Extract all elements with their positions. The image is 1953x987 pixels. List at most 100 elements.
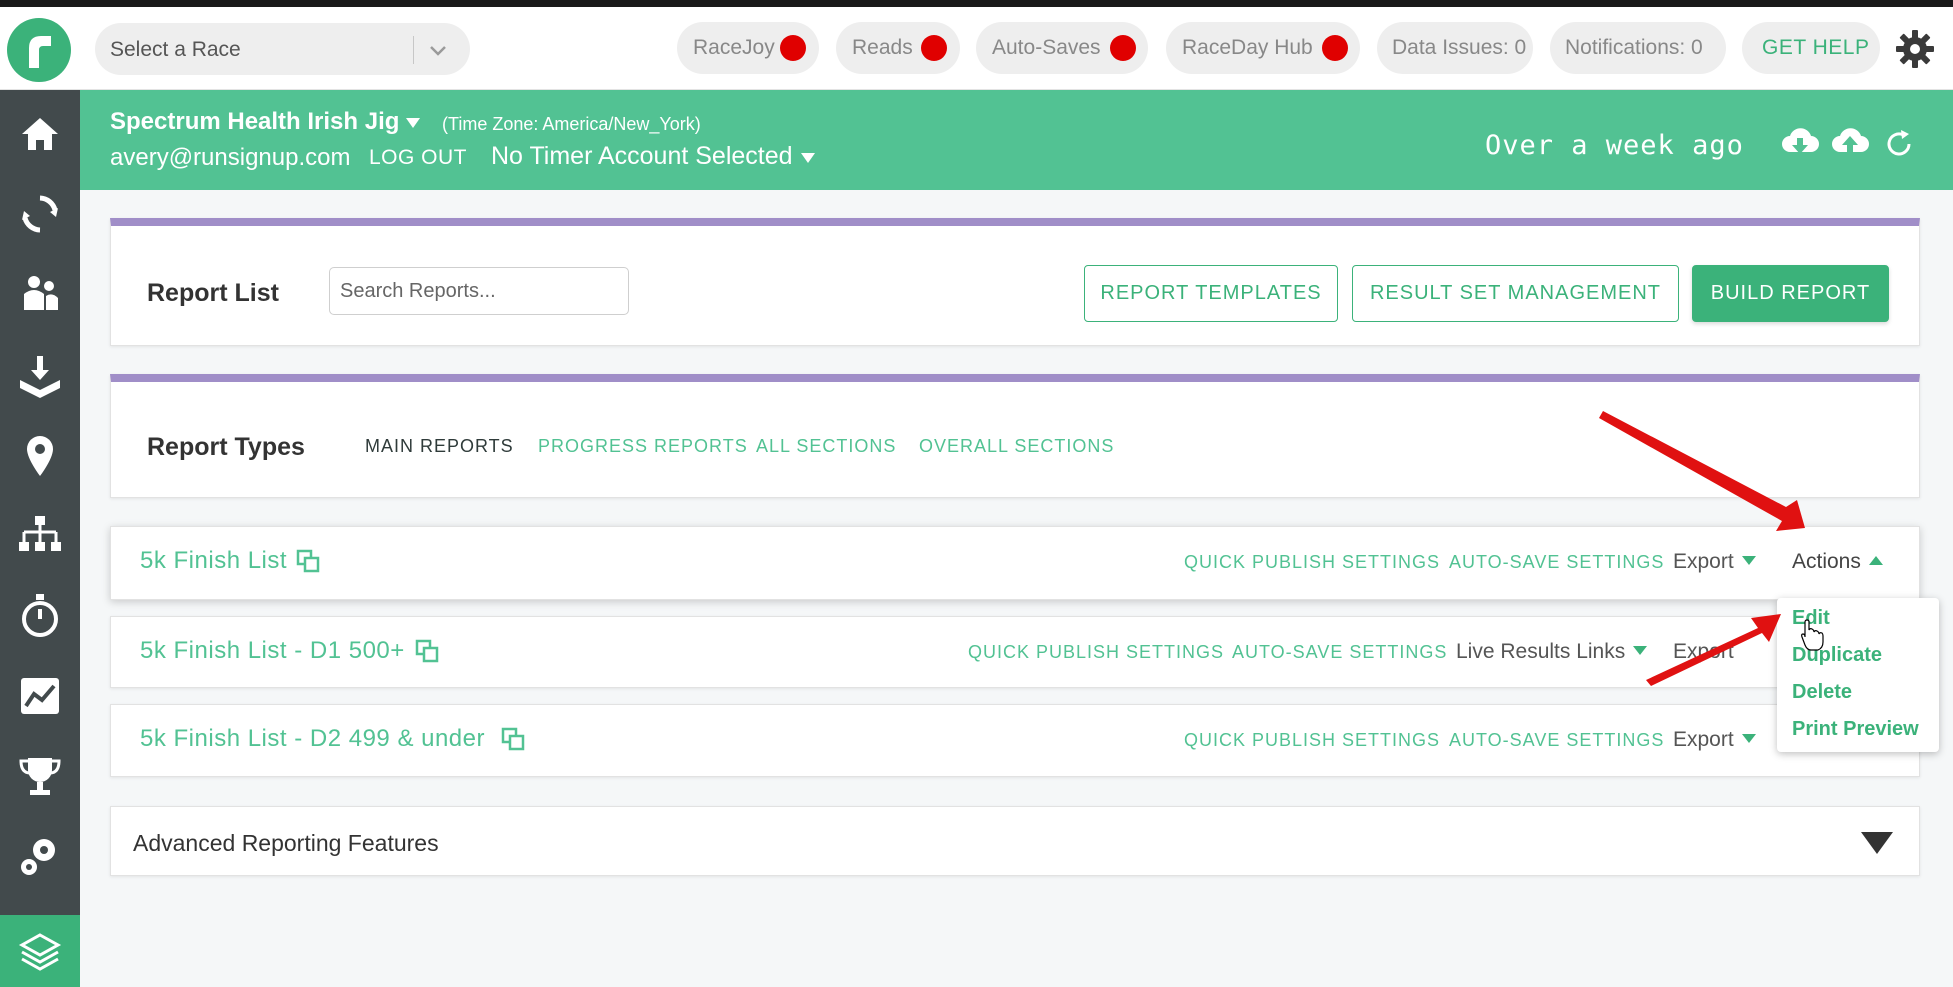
report-types-card: Report Types MAIN REPORTS PROGRESS REPOR… bbox=[110, 374, 1920, 498]
reads-label: Reads bbox=[852, 36, 913, 59]
tab-progress-reports[interactable]: PROGRESS REPORTS bbox=[538, 436, 748, 457]
status-dot-icon bbox=[780, 35, 806, 61]
actions-menu: Edit Duplicate Delete Print Preview bbox=[1777, 598, 1939, 752]
stopwatch-icon[interactable] bbox=[16, 592, 64, 640]
race-select-divider bbox=[413, 36, 414, 64]
menu-item-delete[interactable]: Delete bbox=[1792, 681, 1852, 704]
export-label: Export bbox=[1673, 728, 1734, 751]
cloud-download-icon[interactable] bbox=[1780, 126, 1820, 160]
menu-item-print-preview[interactable]: Print Preview bbox=[1792, 718, 1919, 741]
report-title[interactable]: 5k Finish List - D2 499 & under bbox=[140, 725, 485, 753]
export-dropdown[interactable]: Export bbox=[1673, 550, 1756, 574]
report-title[interactable]: 5k Finish List bbox=[140, 547, 287, 575]
caret-down-icon[interactable] bbox=[800, 152, 816, 164]
tab-all-sections[interactable]: ALL SECTIONS bbox=[756, 436, 896, 457]
racejoy-label: RaceJoy bbox=[693, 36, 775, 59]
notifications-label: Notifications: 0 bbox=[1565, 36, 1703, 59]
participants-icon[interactable] bbox=[16, 270, 64, 318]
quick-publish-settings-link[interactable]: QUICK PUBLISH SETTINGS bbox=[1184, 730, 1440, 751]
menu-item-duplicate[interactable]: Duplicate bbox=[1792, 644, 1882, 667]
timezone-label: (Time Zone: America/New_York) bbox=[442, 114, 701, 134]
top-bar: Select a Race RaceJoy Reads Auto-Saves R… bbox=[0, 7, 1953, 90]
chevron-down-icon[interactable] bbox=[427, 39, 449, 61]
menu-item-edit[interactable]: Edit bbox=[1792, 607, 1830, 630]
user-email: avery@runsignup.com bbox=[110, 144, 351, 171]
advanced-reporting-card[interactable]: Advanced Reporting Features bbox=[110, 806, 1920, 876]
layers-icon bbox=[18, 933, 62, 971]
build-report-button[interactable]: BUILD REPORT bbox=[1692, 265, 1889, 322]
export-label: Export bbox=[1673, 550, 1734, 573]
advanced-reporting-title: Advanced Reporting Features bbox=[133, 830, 439, 856]
build-report-label: BUILD REPORT bbox=[1710, 282, 1871, 304]
status-dot-icon bbox=[921, 35, 947, 61]
status-dot-icon bbox=[1110, 35, 1136, 61]
caret-down-icon bbox=[1633, 646, 1648, 655]
caret-down-icon bbox=[1741, 556, 1756, 565]
get-help-label: GET HELP bbox=[1762, 36, 1870, 59]
notifications-counter[interactable]: Notifications: 0 bbox=[1550, 22, 1726, 74]
reads-indicator[interactable]: Reads bbox=[836, 22, 960, 74]
export-dropdown[interactable]: Export bbox=[1673, 640, 1734, 664]
refresh-icon[interactable] bbox=[1883, 128, 1915, 160]
location-icon[interactable] bbox=[16, 432, 64, 480]
racejoy-indicator[interactable]: RaceJoy bbox=[677, 22, 819, 74]
last-sync-time: Over a week ago bbox=[1485, 130, 1744, 161]
timer-account-select[interactable]: No Timer Account Selected bbox=[491, 142, 793, 171]
cloud-upload-icon[interactable] bbox=[1830, 126, 1870, 160]
export-dropdown[interactable]: Export bbox=[1673, 728, 1756, 752]
logo[interactable] bbox=[7, 18, 71, 82]
settings-icon[interactable] bbox=[16, 832, 64, 880]
tab-main-reports[interactable]: MAIN REPORTS bbox=[365, 436, 514, 457]
auto-save-settings-link[interactable]: AUTO-SAVE SETTINGS bbox=[1449, 552, 1664, 573]
copy-icon[interactable] bbox=[501, 727, 525, 751]
raceday-hub-indicator[interactable]: RaceDay Hub bbox=[1166, 22, 1360, 74]
report-row: 5k Finish List QUICK PUBLISH SETTINGS AU… bbox=[110, 526, 1920, 600]
get-help-button[interactable]: GET HELP bbox=[1742, 22, 1880, 74]
report-list-card: Report List REPORT TEMPLATES RESULT SET … bbox=[110, 218, 1920, 346]
race-select-placeholder: Select a Race bbox=[110, 38, 241, 61]
chart-icon[interactable] bbox=[16, 672, 64, 720]
copy-icon[interactable] bbox=[415, 639, 439, 663]
hierarchy-icon[interactable] bbox=[16, 512, 64, 560]
live-results-links-dropdown[interactable]: Live Results Links bbox=[1456, 640, 1648, 664]
data-issues-label: Data Issues: 0 bbox=[1392, 36, 1527, 59]
actions-label: Actions bbox=[1792, 550, 1861, 573]
window-top-edge bbox=[0, 0, 1953, 7]
copy-icon[interactable] bbox=[296, 549, 320, 573]
autosaves-label: Auto-Saves bbox=[992, 36, 1101, 59]
report-list-title: Report List bbox=[147, 279, 279, 307]
result-set-management-button[interactable]: RESULT SET MANAGEMENT bbox=[1352, 265, 1679, 322]
sync-icon[interactable] bbox=[16, 190, 64, 238]
auto-save-settings-link[interactable]: AUTO-SAVE SETTINGS bbox=[1449, 730, 1664, 751]
report-row: 5k Finish List - D1 500+ QUICK PUBLISH S… bbox=[110, 616, 1920, 688]
report-types-title: Report Types bbox=[147, 433, 305, 461]
import-icon[interactable] bbox=[16, 352, 64, 400]
auto-save-settings-link[interactable]: AUTO-SAVE SETTINGS bbox=[1232, 642, 1447, 663]
report-templates-button[interactable]: REPORT TEMPLATES bbox=[1084, 265, 1338, 322]
quick-publish-settings-link[interactable]: QUICK PUBLISH SETTINGS bbox=[1184, 552, 1440, 573]
race-header: Spectrum Health Irish Jig (Time Zone: Am… bbox=[80, 90, 1953, 190]
export-label: Export bbox=[1673, 640, 1734, 663]
quick-publish-settings-link[interactable]: QUICK PUBLISH SETTINGS bbox=[968, 642, 1224, 663]
actions-dropdown[interactable]: Actions bbox=[1792, 550, 1883, 574]
logout-link[interactable]: LOG OUT bbox=[369, 146, 467, 170]
expand-triangle-icon[interactable] bbox=[1861, 832, 1893, 854]
data-issues-counter[interactable]: Data Issues: 0 bbox=[1377, 22, 1533, 74]
race-name[interactable]: Spectrum Health Irish Jig bbox=[110, 108, 399, 136]
report-row: 5k Finish List - D2 499 & under QUICK PU… bbox=[110, 704, 1920, 777]
live-results-links-label: Live Results Links bbox=[1456, 640, 1626, 663]
search-reports-input[interactable] bbox=[329, 267, 629, 315]
autosaves-indicator[interactable]: Auto-Saves bbox=[976, 22, 1148, 74]
tab-overall-sections[interactable]: OVERALL SECTIONS bbox=[919, 436, 1114, 457]
result-set-management-label: RESULT SET MANAGEMENT bbox=[1369, 282, 1662, 304]
sidebar bbox=[0, 90, 80, 987]
caret-down-icon bbox=[1741, 734, 1756, 743]
trophy-icon[interactable] bbox=[16, 752, 64, 800]
race-select[interactable]: Select a Race bbox=[95, 23, 470, 75]
report-title[interactable]: 5k Finish List - D1 500+ bbox=[140, 637, 405, 665]
gear-icon[interactable] bbox=[1895, 29, 1935, 69]
caret-down-icon[interactable] bbox=[405, 117, 421, 129]
home-icon[interactable] bbox=[16, 110, 64, 158]
raceday-hub-label: RaceDay Hub bbox=[1182, 36, 1313, 59]
sidebar-item-active[interactable] bbox=[0, 915, 80, 987]
